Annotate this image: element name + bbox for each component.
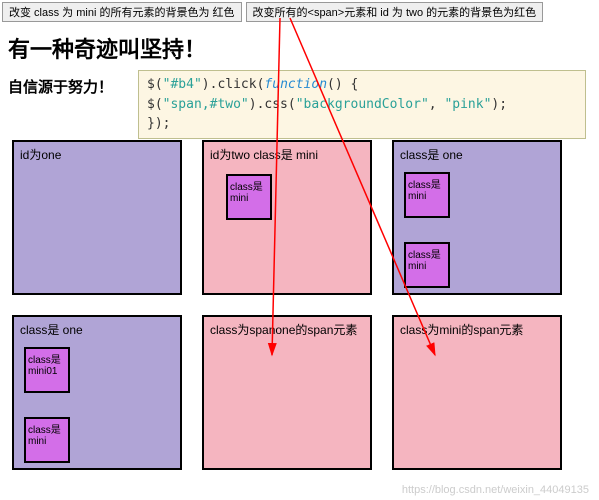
box-label: class是 one [400,148,463,162]
box-grid: id为one id为two class是 mini class是mini cla… [0,140,599,470]
sub-heading: 自信源于努力！ [8,76,113,97]
code-line-2: $("span,#two").css("backgroundColor", "p… [147,95,577,115]
sub-row: 自信源于努力！ $("#b4").click(function() { $("s… [8,70,599,140]
change-mini-bg-button[interactable]: 改变 class 为 mini 的所有元素的背景色为 红色 [2,2,242,22]
box-label: class为mini的span元素 [400,323,523,337]
box-class-one-b: class是 one class是mini01 class是mini [12,315,182,470]
mini-box: class是mini01 [24,347,70,393]
box-label: class为spanone的span元素 [210,323,357,337]
box-label: class是 one [20,323,83,337]
page-title: 有一种奇迹叫坚持！ [8,32,599,64]
mini-box: class是mini [226,174,272,220]
watermark: https://blog.csdn.net/weixin_44049135 [402,484,589,496]
box-class-one-a: class是 one class是mini class是mini [392,140,562,295]
box-span-one: class为spanone的span元素 [202,315,372,470]
code-tooltip: $("#b4").click(function() { $("span,#two… [138,70,586,139]
mini-box: class是mini [24,417,70,463]
mini-box: class是mini [404,172,450,218]
box-span-mini: class为mini的span元素 [392,315,562,470]
mini-box: class是mini [404,242,450,288]
change-span-two-bg-button[interactable]: 改变所有的<span>元素和 id 为 two 的元素的背景色为红色 [246,2,544,22]
box-label: id为one [20,148,61,162]
box-two: id为two class是 mini class是mini [202,140,372,295]
code-line-1: $("#b4").click(function() { [147,75,577,95]
box-one: id为one [12,140,182,295]
box-label: id为two class是 mini [210,148,318,162]
top-button-bar: 改变 class 为 mini 的所有元素的背景色为 红色 改变所有的<span… [0,0,599,24]
code-line-3: }); [147,114,577,134]
